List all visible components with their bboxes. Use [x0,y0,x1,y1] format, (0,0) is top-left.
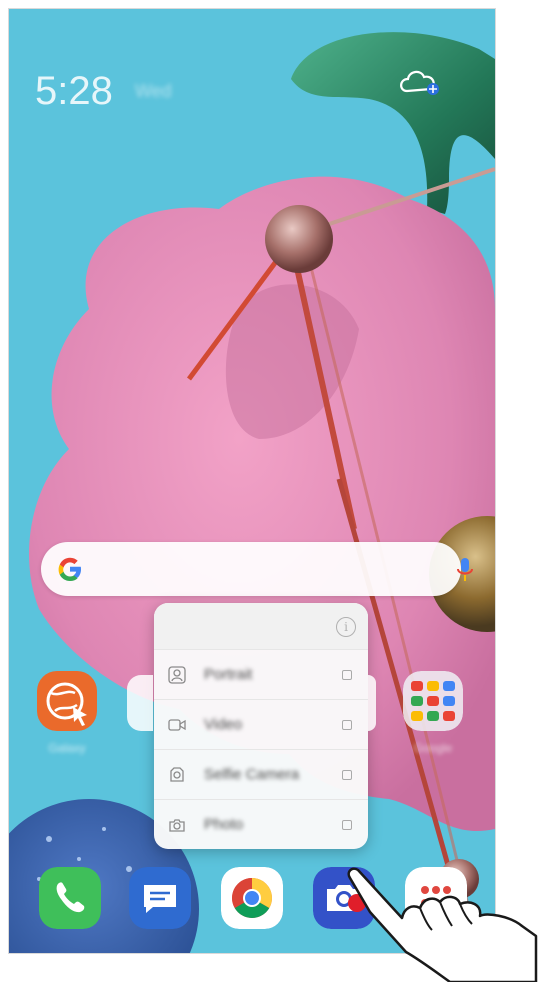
hidden-app-tile[interactable] [368,675,376,731]
portrait-icon [168,666,186,684]
popup-item-selfie-camera[interactable]: Selfie Camera [154,749,368,800]
pin-shortcut-icon[interactable] [342,770,352,780]
hidden-app-tile[interactable] [127,675,153,731]
tap-gesture-hand-icon [347,867,538,982]
browser-globe-icon[interactable] [37,671,97,731]
clock-time: 5:28 [35,69,113,113]
popup-item-label: Video [204,716,243,733]
selfie-camera-icon [168,766,186,784]
home-screen: 5:28 Wed Galaxy Google i Portrait Video … [8,8,496,954]
pin-shortcut-icon[interactable] [342,670,352,680]
photo-icon [168,816,186,834]
phone-icon[interactable] [39,867,101,929]
weather-cloud-icon[interactable] [397,65,441,99]
google-search-bar[interactable] [41,542,473,596]
pin-shortcut-icon[interactable] [342,720,352,730]
popup-item-label: Portrait [204,666,253,683]
popup-item-label: Selfie Camera [204,766,300,783]
chrome-icon[interactable] [221,867,283,929]
google-folder-icon[interactable] [403,671,463,731]
google-logo-icon [58,557,81,581]
microphone-icon[interactable] [455,556,475,584]
popup-item-label: Photo [204,816,244,833]
pin-shortcut-icon[interactable] [342,820,352,830]
video-icon [168,716,186,734]
app-label-galaxy: Galaxy [48,741,86,755]
popup-header: i [154,603,368,649]
camera-shortcut-popup: i Portrait Video Selfie Camera Photo [154,603,368,849]
messages-icon[interactable] [129,867,191,929]
app-label-google: Google [413,741,453,755]
popup-item-photo[interactable]: Photo [154,799,368,849]
clock-date: Wed [135,81,172,101]
popup-item-video[interactable]: Video [154,699,368,750]
popup-item-portrait[interactable]: Portrait [154,649,368,700]
app-info-icon[interactable]: i [336,617,356,637]
